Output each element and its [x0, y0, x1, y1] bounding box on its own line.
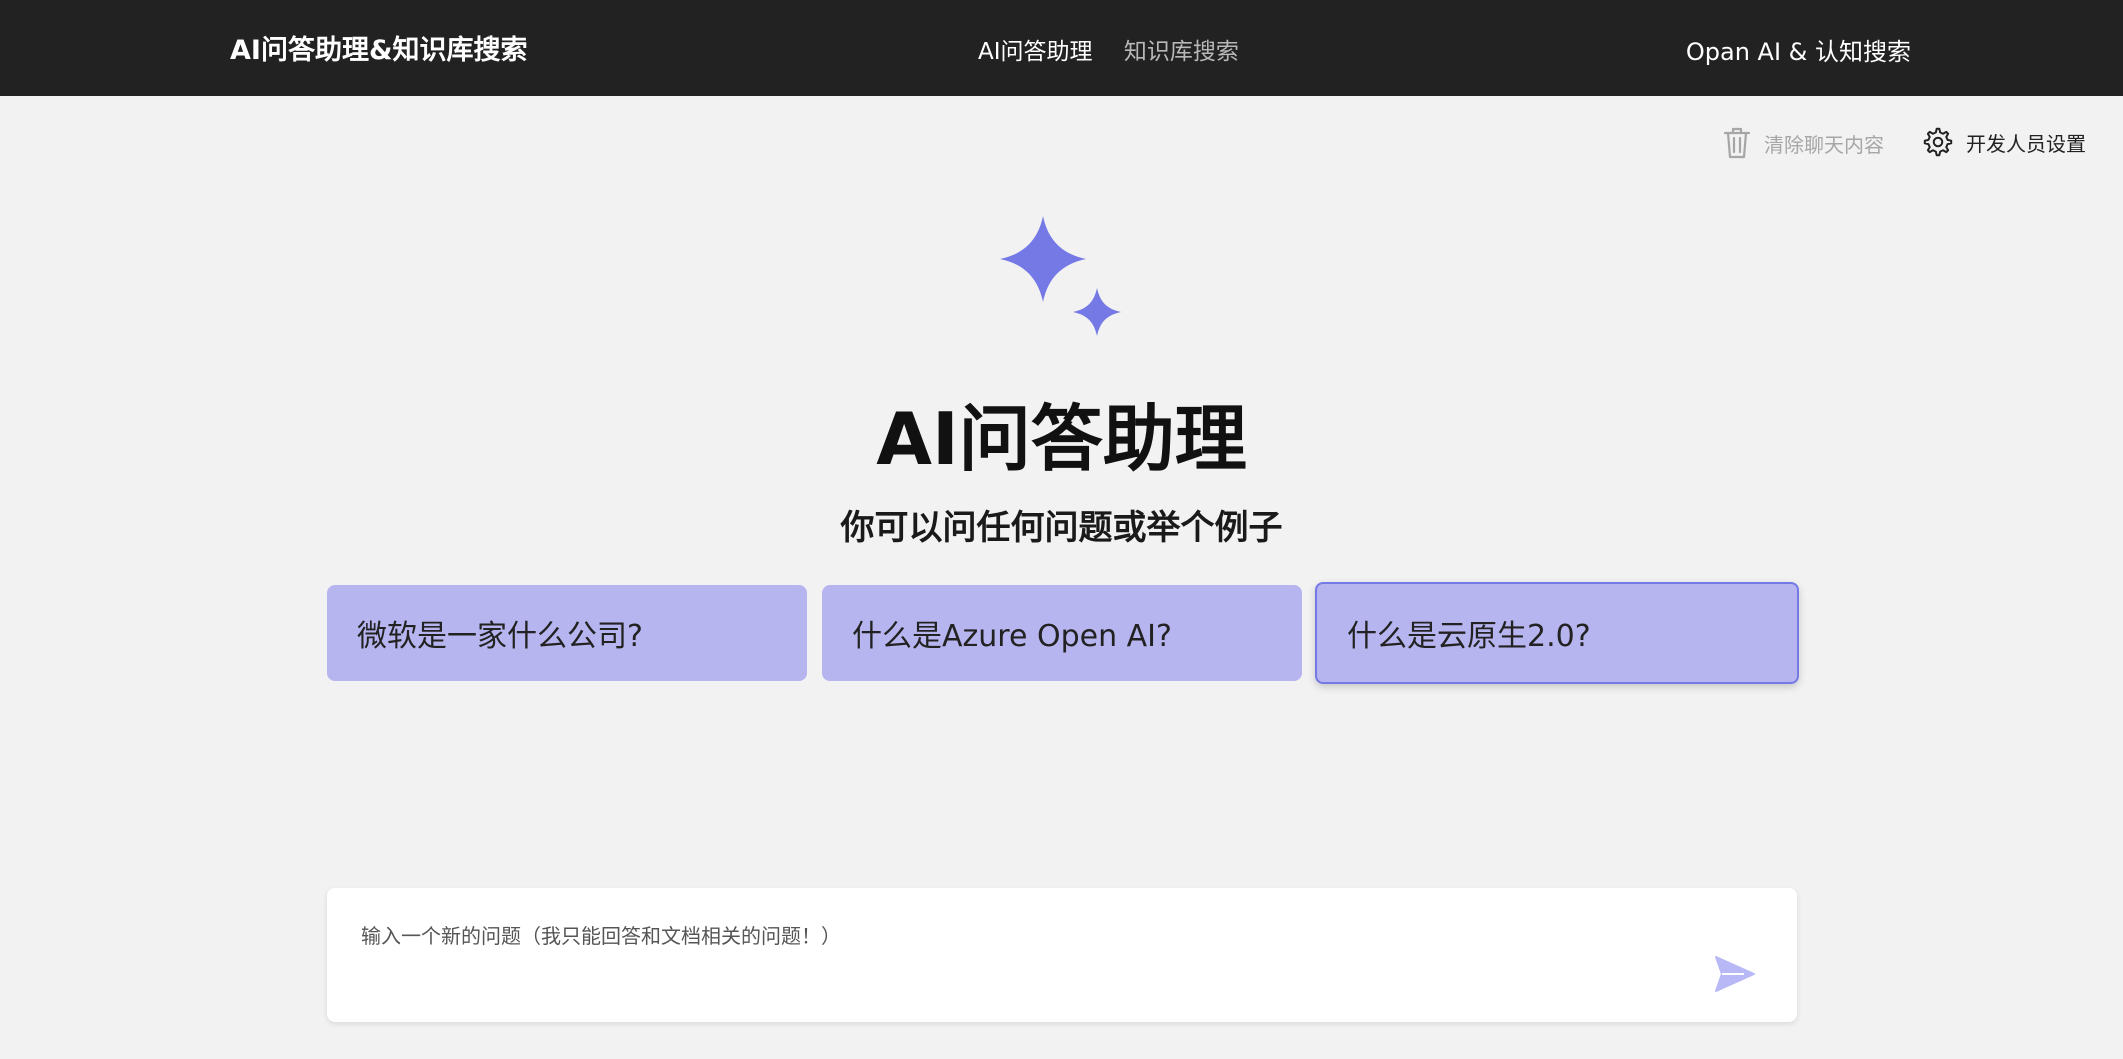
- example-question-button[interactable]: 什么是Azure Open AI?: [822, 585, 1302, 681]
- page-title: AI问答助理: [876, 397, 1247, 481]
- question-input-container: [327, 888, 1797, 1022]
- question-input[interactable]: [327, 888, 1707, 1022]
- example-question-button[interactable]: 什么是云原生2.0?: [1315, 582, 1799, 684]
- clear-chat-label: 清除聊天内容: [1764, 132, 1884, 157]
- nav-item-knowledge-search[interactable]: 知识库搜索: [1124, 39, 1239, 65]
- app-brand-title[interactable]: AI问答助理&知识库搜索: [230, 28, 528, 67]
- page-subtitle: 你可以问任何问题或举个例子: [840, 508, 1283, 548]
- clear-chat-button[interactable]: 清除聊天内容: [1722, 126, 1884, 160]
- send-icon: [1715, 956, 1755, 992]
- nav-item-ai-assistant[interactable]: AI问答助理: [978, 39, 1093, 65]
- gear-icon: [1923, 127, 1953, 157]
- send-button[interactable]: [1713, 952, 1757, 996]
- main-nav: AI问答助理 知识库搜索: [978, 32, 1263, 66]
- header-right-title: Opan AI & 认知搜索: [1685, 38, 1911, 66]
- developer-settings-button[interactable]: 开发人员设置: [1922, 126, 2086, 158]
- developer-settings-label: 开发人员设置: [1966, 131, 2086, 156]
- top-nav-bar: AI问答助理&知识库搜索 AI问答助理 知识库搜索 Opan AI & 认知搜索: [0, 0, 2123, 96]
- sparkle-icon: [1000, 216, 1121, 336]
- example-question-button[interactable]: 微软是一家什么公司?: [327, 585, 807, 681]
- trash-icon: [1723, 127, 1751, 159]
